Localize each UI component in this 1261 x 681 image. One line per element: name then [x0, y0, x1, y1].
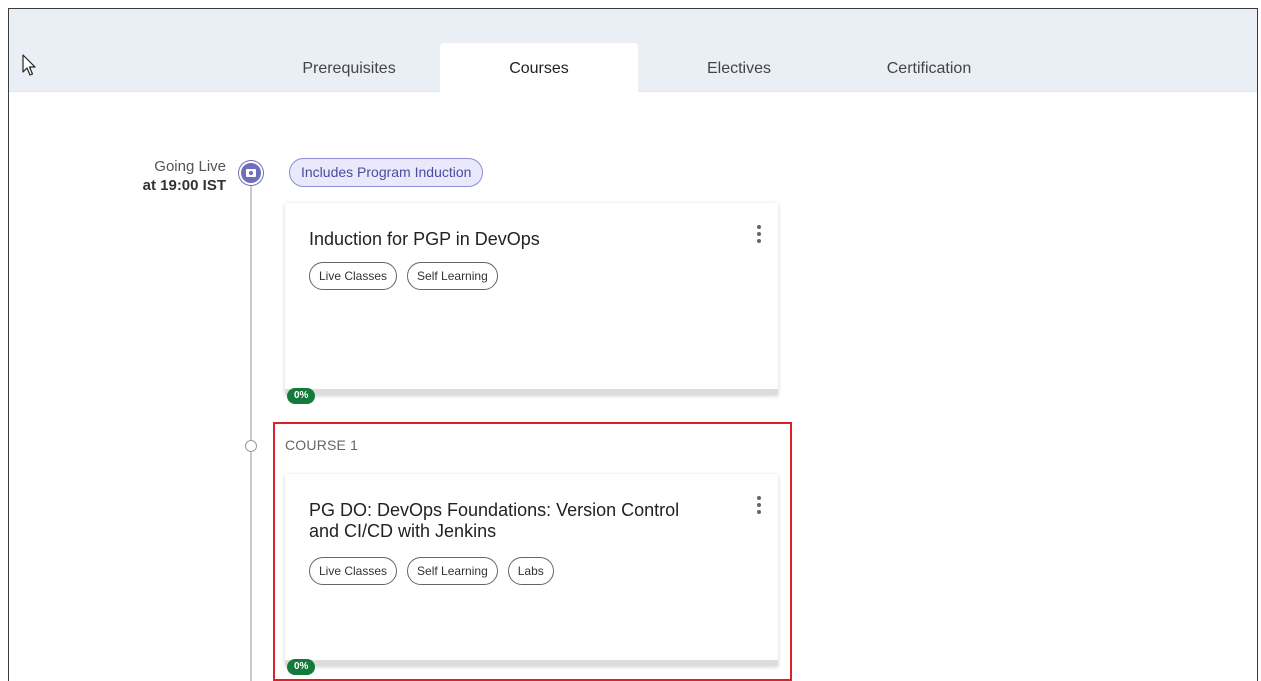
tab-electives[interactable]: Electives — [649, 43, 829, 93]
card-title[interactable]: Induction for PGP in DevOps — [309, 229, 709, 250]
tab-prerequisites[interactable]: Prerequisites — [269, 43, 429, 93]
card-tags: Live Classes Self Learning — [309, 262, 498, 290]
cursor-arrow-icon — [22, 54, 36, 76]
going-live-text: Going Live — [154, 158, 226, 175]
tab-certification[interactable]: Certification — [829, 43, 1029, 93]
more-vertical-icon[interactable] — [753, 223, 765, 245]
tag-self-learning: Self Learning — [407, 262, 498, 290]
app-frame: Prerequisites Courses Electives Certific… — [8, 8, 1258, 681]
progress-badge: 0% — [287, 388, 316, 404]
tag-live-classes: Live Classes — [309, 262, 398, 290]
timeline-node — [245, 440, 257, 452]
timeline-line — [250, 179, 252, 681]
progress-bar: 0% — [285, 388, 778, 404]
includes-induction-badge: Includes Program Induction — [289, 158, 484, 187]
live-class-icon — [239, 161, 263, 185]
course-card-induction[interactable]: Induction for PGP in DevOps Live Classes… — [285, 203, 778, 404]
going-live-time: at 19:00 IST — [142, 177, 226, 194]
tab-courses[interactable]: Courses — [440, 43, 638, 93]
selection-highlight-box — [273, 422, 792, 681]
tab-bar: Prerequisites Courses Electives Certific… — [9, 9, 1257, 93]
going-live-label: Going Live at 19:00 IST — [143, 157, 226, 195]
